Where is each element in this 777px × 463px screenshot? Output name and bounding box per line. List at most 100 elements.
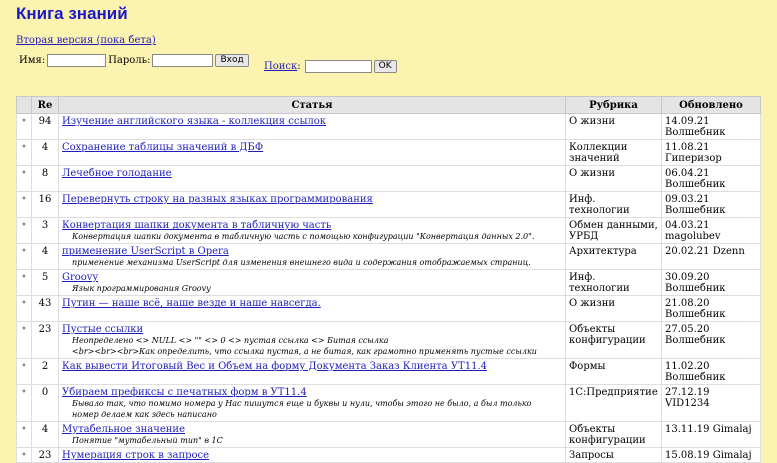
rubric-cell: Объекты конфигурации [565, 321, 662, 359]
article-description: Конвертация шапки документа в табличную … [72, 232, 535, 241]
updated-cell: 21.08.20 Волшебник [661, 295, 761, 322]
article-cell: Как вывести Итоговый Вес и Объем на форм… [58, 358, 566, 385]
rubric-cell: Формы [565, 358, 662, 385]
article-link[interactable]: Убираем префиксы с печатных форм в УТ11.… [62, 387, 307, 398]
password-input[interactable] [152, 54, 214, 67]
rubric-cell: Коллекции значений [565, 139, 662, 166]
table-row: • 4 Сохранение таблицы значений в ДБФ Колле… [16, 139, 761, 166]
article-description: Язык программирования Groovy [72, 284, 211, 293]
article-link[interactable]: Как вывести Итоговый Вес и Объем на форм… [62, 361, 487, 372]
article-cell: Конвертация шапки документа в табличную … [58, 217, 566, 244]
row-bullet: • [16, 243, 32, 270]
header-article[interactable]: Статья [58, 96, 566, 114]
article-link[interactable]: Путин — наше всё, наше везде и наше навс… [62, 298, 321, 309]
rubric-cell: Запросы [565, 447, 662, 463]
row-bullet: • [16, 139, 32, 166]
updated-cell: 30.09.20 Волшебник [661, 269, 761, 296]
reply-count: 43 [31, 295, 59, 322]
article-link[interactable]: Нумерация строк в запросе [62, 450, 209, 461]
updated-cell: 13.11.19 Gimalaj [661, 421, 761, 448]
rubric-cell: Обмен данными, УРБД [565, 217, 662, 244]
article-link[interactable]: Сохранение таблицы значений в ДБФ [62, 142, 263, 153]
search-button[interactable]: OK [373, 60, 397, 73]
reply-count: 5 [31, 269, 59, 296]
header-updated[interactable]: Обновлено [661, 96, 761, 114]
row-bullet: • [16, 191, 32, 218]
rubric-cell: Инф. технологии [565, 191, 662, 218]
table-row: • 5 Groovy Язык программирования Groovy Инф.… [16, 269, 761, 296]
article-link[interactable]: Мутабельное значение [62, 424, 185, 435]
article-cell: применение UserScript в Opera применение … [58, 243, 566, 270]
updated-cell: 14.09.21 Волшебник [661, 113, 761, 140]
article-cell: Убираем префиксы с печатных форм в УТ11.… [58, 384, 566, 422]
page-title: Книга знаний [16, 4, 128, 23]
article-description-2: номер делаем как здесь написано [72, 410, 217, 419]
article-cell: Пустые ссылки Неопределено <> NULL <> "" … [58, 321, 566, 359]
username-input[interactable] [47, 54, 107, 67]
rubric-cell: О жизни [565, 113, 662, 140]
article-cell: Изучение английского языка - коллекция с… [58, 113, 566, 140]
header-re[interactable]: Re [31, 96, 59, 114]
rubric-cell: 1С:Предприятие [565, 384, 662, 422]
updated-cell: 11.02.20 Волшебник [661, 358, 761, 385]
article-cell: Лечебное голодание [58, 165, 566, 192]
username-label: Имя [19, 55, 42, 66]
updated-cell: 27.05.20 Волшебник [661, 321, 761, 359]
table-row: • 2 Как вывести Итоговый Вес и Объем на фо… [16, 358, 761, 385]
table-row: • 8 Лечебное голодание О жизни 06.04.21 Волш… [16, 165, 761, 192]
reply-count: 94 [31, 113, 59, 140]
table-row: • 4 применение UserScript в Opera применени… [16, 243, 761, 270]
article-link[interactable]: Groovy [62, 272, 98, 283]
reply-count: 0 [31, 384, 59, 422]
login-form: Имя: Пароль: Вход [19, 54, 249, 67]
article-cell: Groovy Язык программирования Groovy [58, 269, 566, 296]
login-button[interactable]: Вход [215, 54, 249, 67]
search-link[interactable]: Поиск [264, 61, 297, 72]
article-description: Бывало так, что помимо номера у Нас пишу… [72, 399, 532, 408]
reply-count: 4 [31, 421, 59, 448]
article-description: применение механизма UserScript для изме… [72, 258, 531, 267]
article-description: Понятие "мутабельный тип" в 1С [72, 436, 223, 445]
row-bullet: • [16, 321, 32, 359]
header-rubric[interactable]: Рубрика [565, 96, 662, 114]
search-input[interactable] [304, 60, 372, 73]
reply-count: 23 [31, 321, 59, 359]
article-cell: Мутабельное значение Понятие "мутабельный… [58, 421, 566, 448]
updated-cell: 20.02.21 Dzenn [661, 243, 761, 270]
reply-count: 8 [31, 165, 59, 192]
reply-count: 23 [31, 447, 59, 463]
table-row: • 43 Путин — наше всё, наше везде и наше н… [16, 295, 761, 322]
rubric-cell: Архитектура [565, 243, 662, 270]
password-label: Пароль [108, 55, 148, 66]
article-description-2: <br><br><br>Как определить, что ссылка п… [72, 347, 537, 356]
article-cell: Перевернуть строку на разных языках прог… [58, 191, 566, 218]
row-bullet: • [16, 269, 32, 296]
row-bullet: • [16, 295, 32, 322]
header-bullet [16, 96, 32, 114]
rubric-cell: Объекты конфигурации [565, 421, 662, 448]
article-description: Неопределено <> NULL <> "" <> 0 <> пуста… [72, 336, 389, 345]
table-row: • 3 Конвертация шапки документа в табличну… [16, 217, 761, 244]
article-link[interactable]: Пустые ссылки [62, 324, 143, 335]
article-cell: Нумерация строк в запросе [58, 447, 566, 463]
row-bullet: • [16, 421, 32, 448]
row-bullet: • [16, 113, 32, 140]
reply-count: 4 [31, 243, 59, 270]
updated-cell: 04.03.21 magolubev [661, 217, 761, 244]
article-link[interactable]: Изучение английского языка - коллекция с… [62, 116, 326, 127]
updated-cell: 09.03.21 Волшебник [661, 191, 761, 218]
article-link[interactable]: Лечебное голодание [62, 168, 172, 179]
table-row: • 0 Убираем префиксы с печатных форм в УТ1… [16, 384, 761, 422]
updated-cell: 15.08.19 Gimalaj [661, 447, 761, 463]
article-link[interactable]: Перевернуть строку на разных языках прог… [62, 194, 373, 205]
beta-version-link[interactable]: Вторая версия (пока бета) [16, 35, 156, 46]
row-bullet: • [16, 217, 32, 244]
articles-table: Re Статья Рубрика Обновлено • 94 Изучение … [16, 96, 761, 463]
article-link[interactable]: Конвертация шапки документа в табличную … [62, 220, 331, 231]
updated-cell: 27.12.19 VID1234 [661, 384, 761, 422]
reply-count: 4 [31, 139, 59, 166]
table-header-row: Re Статья Рубрика Обновлено [16, 96, 761, 114]
row-bullet: • [16, 447, 32, 463]
table-row: • 23 Нумерация строк в запросе Запросы 15.08… [16, 447, 761, 463]
article-link[interactable]: применение UserScript в Opera [62, 246, 229, 257]
